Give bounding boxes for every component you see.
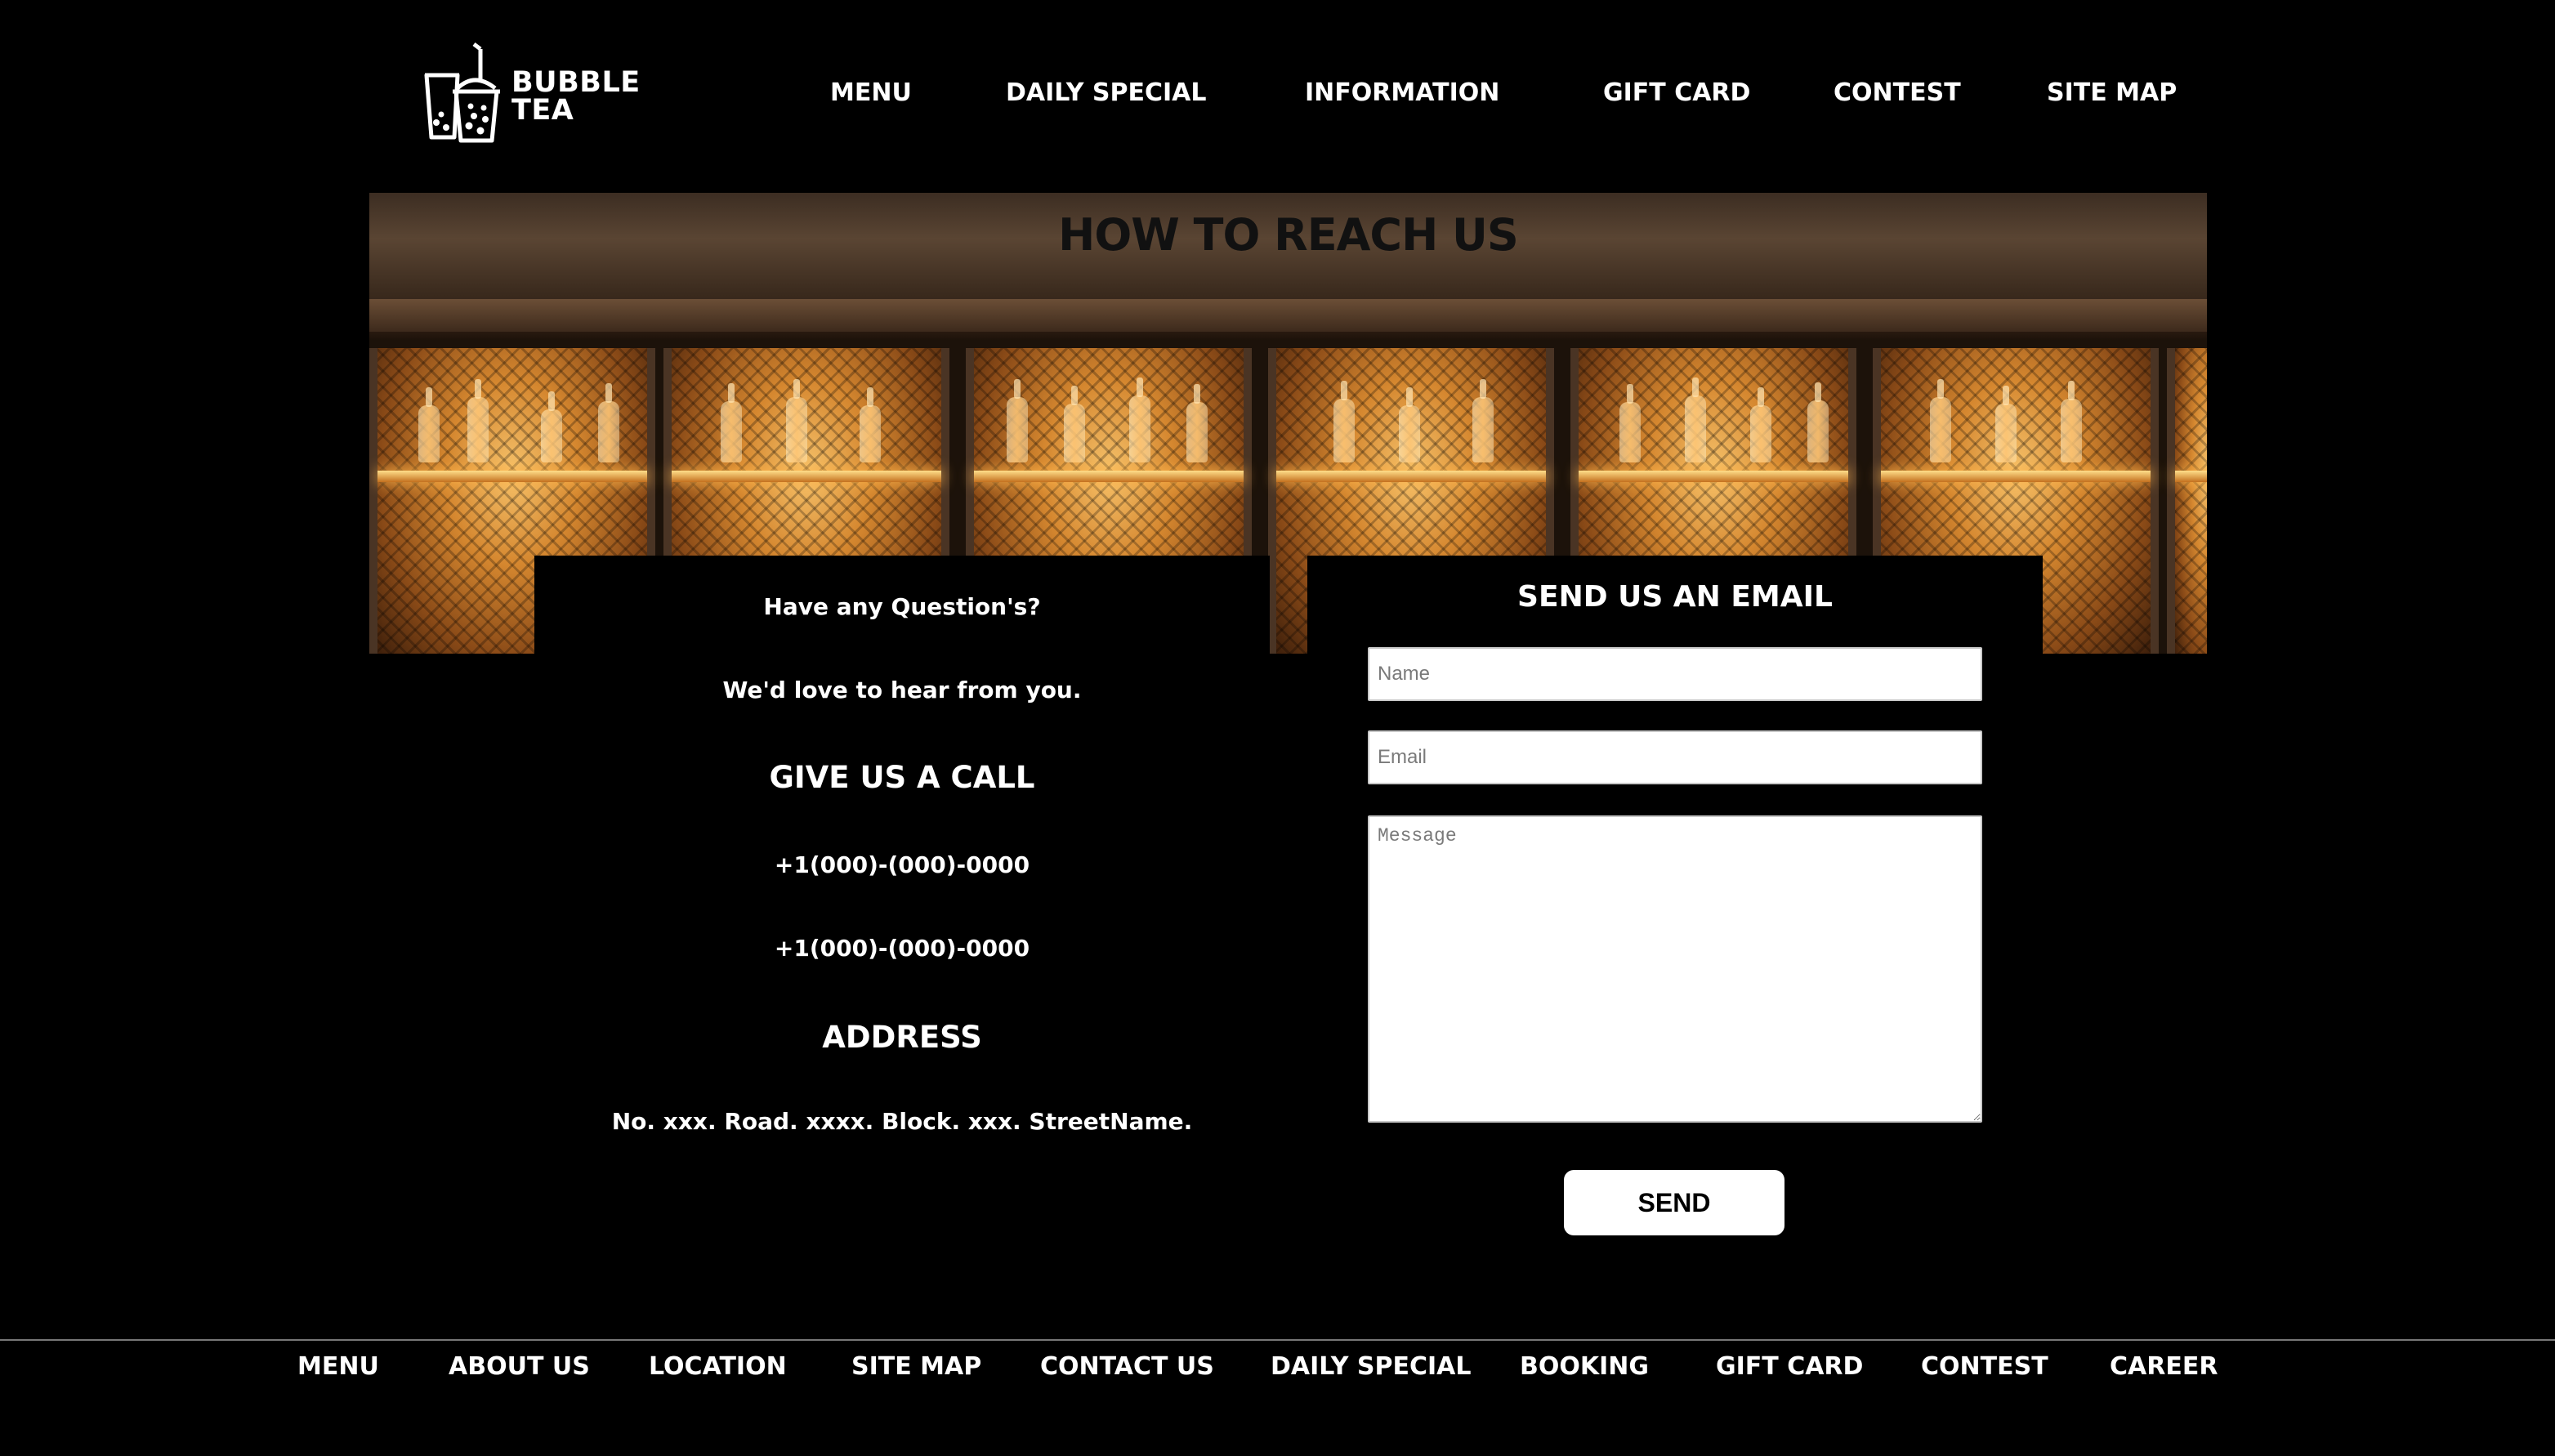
message-textarea[interactable] [1368, 815, 1982, 1123]
address-heading: ADDRESS [822, 1020, 982, 1055]
nav-information[interactable]: INFORMATION [1305, 78, 1499, 107]
bubble-tea-cups-icon [424, 42, 500, 143]
footer-link-contact-us[interactable]: CONTACT US [1040, 1352, 1214, 1381]
logo-text-line1: BUBBLE [511, 66, 641, 99]
footer-link-gift-card[interactable]: GIFT CARD [1716, 1352, 1863, 1381]
nav-menu[interactable]: MENU [830, 78, 912, 107]
footer-link-booking[interactable]: BOOKING [1520, 1352, 1649, 1381]
hero-shelf [2167, 348, 2207, 654]
nav-contest[interactable]: CONTEST [1834, 78, 1961, 107]
question-text: Have any Question's? [763, 593, 1041, 620]
page-title: HOW TO REACH US [1058, 209, 1519, 261]
footer-link-menu[interactable]: MENU [297, 1352, 379, 1381]
contact-info-panel: Have any Question's? We'd love to hear f… [534, 556, 1270, 1160]
footer-divider [0, 1339, 2555, 1341]
hero-beam [369, 299, 2207, 332]
nav-site-map[interactable]: SITE MAP [2047, 78, 2177, 107]
send-button[interactable]: SEND [1564, 1170, 1784, 1235]
logo-text-line2: TEA [511, 94, 574, 127]
logo[interactable]: BUBBLE TEA [422, 41, 642, 143]
footer-link-daily-special[interactable]: DAILY SPECIAL [1271, 1352, 1472, 1381]
footer-link-contest[interactable]: CONTEST [1921, 1352, 2048, 1381]
phone-number-1[interactable]: +1(000)-(000)-0000 [534, 851, 1270, 878]
footer-link-about-us[interactable]: ABOUT US [449, 1352, 590, 1381]
footer-link-site-map[interactable]: SITE MAP [851, 1352, 981, 1381]
email-input[interactable] [1368, 730, 1982, 784]
call-heading: GIVE US A CALL [769, 760, 1035, 795]
email-form-panel: SEND US AN EMAIL SEND [1307, 556, 2043, 1266]
nav-daily-special[interactable]: DAILY SPECIAL [1006, 78, 1207, 107]
footer-link-location[interactable]: LOCATION [649, 1352, 787, 1381]
nav-gift-card[interactable]: GIFT CARD [1603, 78, 1750, 107]
logo-text: BUBBLE TEA [511, 66, 641, 127]
phone-number-2[interactable]: +1(000)-(000)-0000 [534, 935, 1270, 962]
subtext: We'd love to hear from you. [722, 677, 1082, 703]
email-form-title: SEND US AN EMAIL [1517, 580, 1833, 614]
page: BUBBLE TEA MENU DAILY SPECIAL INFORMATIO… [0, 0, 2555, 1456]
address-text: No. xxx. Road. xxxx. Block. xxx. StreetN… [611, 1108, 1193, 1135]
name-input[interactable] [1368, 647, 1982, 701]
footer-link-career[interactable]: CAREER [2110, 1352, 2218, 1381]
